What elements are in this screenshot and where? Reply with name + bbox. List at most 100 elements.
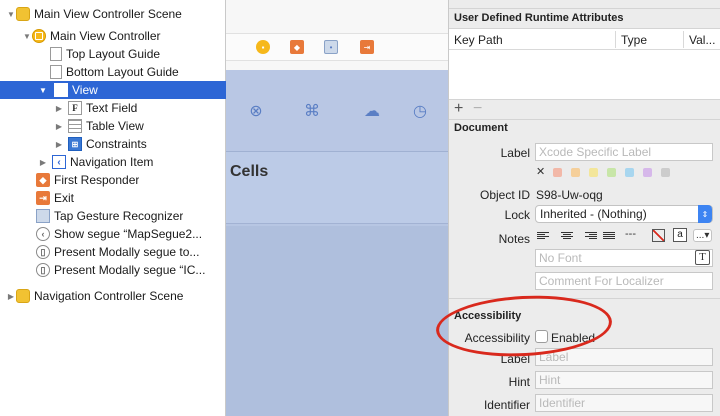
segue-icon: ▯	[36, 245, 50, 259]
outline-row-bottom-layout-guide[interactable]: Bottom Layout Guide	[0, 63, 226, 81]
outline-row-view[interactable]: ▼ View	[0, 81, 226, 99]
tap-gesture-icon[interactable]: •	[324, 40, 338, 54]
navigation-item-icon: ‹	[52, 155, 66, 169]
text-field-icon: F	[68, 101, 82, 115]
storyboard-canvas[interactable]: ▪ ◆ • ⇥ ⊗ ⌘ ☁ ◷ Cells	[226, 0, 448, 416]
outline-row-label: Exit	[54, 191, 75, 205]
outline-row-segue-present-to[interactable]: ▯ Present Modally segue to...	[0, 243, 226, 261]
first-responder-icon: ◆	[36, 173, 50, 187]
notes-label: Notes	[498, 232, 530, 246]
outline-row-main-scene[interactable]: ▼ Main View Controller Scene	[0, 5, 226, 23]
disclosure-triangle-icon[interactable]: ▶	[38, 153, 48, 171]
align-left-icon[interactable]	[537, 229, 553, 242]
font-style-button[interactable]: a	[673, 228, 687, 242]
table-view-icon	[68, 119, 82, 133]
compass-icon[interactable]: ⊗	[246, 101, 266, 121]
outline-row-table-view[interactable]: ▶ Table View	[0, 117, 226, 135]
outline-row-label: Text Field	[86, 101, 138, 115]
clock-icon[interactable]: ◷	[410, 101, 430, 121]
exit-icon[interactable]: ⇥	[360, 40, 374, 54]
table-view-section[interactable]: Cells	[226, 152, 448, 224]
outline-row-navigation-item[interactable]: ▶ ‹ Navigation Item	[0, 153, 226, 171]
no-color-icon[interactable]	[652, 229, 665, 242]
identifier-field[interactable]: Identifier	[535, 394, 713, 412]
outline-row-navigation-scene[interactable]: ▶ Navigation Controller Scene	[0, 287, 226, 305]
disclosure-triangle-icon[interactable]: ▼	[22, 27, 32, 45]
outline-row-label: Constraints	[86, 137, 147, 151]
column-separator	[683, 31, 684, 48]
add-attribute-button[interactable]: +	[454, 100, 463, 118]
xcode-label-field[interactable]: Xcode Specific Label	[535, 143, 713, 161]
scene-dock: ▪ ◆ • ⇥	[226, 33, 448, 61]
label-color-blue[interactable]	[625, 168, 634, 177]
lock-popup[interactable]: Inherited - (Nothing) ⇕	[535, 205, 713, 223]
clear-label-icon[interactable]: ✕	[536, 165, 545, 178]
disclosure-triangle-icon[interactable]: ▶	[54, 117, 64, 135]
tap-gesture-icon	[36, 209, 50, 223]
outline-row-main-view-controller[interactable]: ▼ Main View Controller	[0, 27, 226, 45]
layout-guide-icon	[50, 65, 62, 79]
outline-row-label: Top Layout Guide	[66, 47, 161, 61]
label-color-purple[interactable]	[643, 168, 652, 177]
pin-icon[interactable]: ⌘	[302, 101, 322, 121]
outline-row-label: Table View	[86, 119, 144, 133]
runtime-attributes-toolbar: + −	[449, 100, 720, 120]
outline-row-constraints[interactable]: ▶ ⊞ Constraints	[0, 135, 226, 153]
outline-row-label: View	[72, 83, 98, 97]
outline-row-label: Present Modally segue “IC...	[54, 263, 206, 277]
document-title: Document	[454, 122, 508, 134]
hint-field[interactable]: Hint	[535, 371, 713, 389]
disclosure-triangle-icon[interactable]: ▶	[54, 99, 64, 117]
popup-arrows-icon: ⇕	[698, 205, 712, 223]
column-value[interactable]: Val...	[689, 33, 715, 47]
table-header: Key Path Type Val...	[449, 29, 720, 50]
object-id-label: Object ID	[479, 188, 530, 202]
disclosure-triangle-icon[interactable]: ▼	[38, 81, 48, 99]
label-color-red[interactable]	[553, 168, 562, 177]
column-type[interactable]: Type	[621, 33, 647, 47]
outline-row-first-responder[interactable]: ◆ First Responder	[0, 171, 226, 189]
align-right-icon[interactable]	[581, 229, 597, 242]
outline-row-label: Main View Controller Scene	[34, 7, 182, 21]
label-color-yellow[interactable]	[589, 168, 598, 177]
outline-row-label: Present Modally segue to...	[54, 245, 200, 259]
lock-label: Lock	[504, 208, 530, 222]
view-controller-icon[interactable]: ▪	[256, 40, 270, 54]
segue-icon: ‹	[36, 227, 50, 241]
font-picker-icon[interactable]: T	[695, 250, 710, 265]
outline-row-text-field[interactable]: ▶ F Text Field	[0, 99, 226, 117]
udra-title: User Defined Runtime Attributes	[454, 12, 624, 24]
outline-row-label: Navigation Item	[70, 155, 154, 169]
outline-row-top-layout-guide[interactable]: Top Layout Guide	[0, 45, 226, 63]
disclosure-triangle-icon[interactable]: ▶	[6, 287, 16, 305]
outline-row-segue-map[interactable]: ‹ Show segue “MapSegue2...	[0, 225, 226, 243]
notes-font-field[interactable]: No Font T	[535, 249, 713, 267]
label-color-green[interactable]	[607, 168, 616, 177]
cloud-icon[interactable]: ☁	[362, 101, 382, 121]
remove-attribute-button[interactable]: −	[473, 100, 482, 118]
label-color-gray[interactable]	[661, 168, 670, 177]
scene-icon	[16, 7, 30, 21]
first-responder-icon[interactable]: ◆	[290, 40, 304, 54]
comment-for-localizer-field[interactable]: Comment For Localizer	[535, 272, 713, 290]
outline-row-tap-gesture[interactable]: Tap Gesture Recognizer	[0, 207, 226, 225]
cells-label: Cells	[230, 163, 269, 180]
notes-more-popup[interactable]: ...▾	[693, 229, 713, 242]
outline-row-segue-present-ic[interactable]: ▯ Present Modally segue “IC...	[0, 261, 226, 279]
runtime-attributes-table[interactable]: Key Path Type Val...	[449, 28, 720, 100]
align-justify-icon[interactable]	[603, 229, 619, 242]
view-controller-view[interactable]: ⊗ ⌘ ☁ ◷ Cells	[226, 70, 448, 416]
divider	[449, 8, 720, 9]
disclosure-triangle-icon[interactable]: ▶	[54, 135, 64, 153]
column-key-path[interactable]: Key Path	[454, 33, 503, 47]
notes-dash-button[interactable]: ---	[625, 228, 636, 240]
align-center-icon[interactable]	[559, 229, 575, 242]
outline-row-exit[interactable]: ⇥ Exit	[0, 189, 226, 207]
disclosure-triangle-icon[interactable]: ▼	[6, 5, 16, 23]
label-color-orange[interactable]	[571, 168, 580, 177]
